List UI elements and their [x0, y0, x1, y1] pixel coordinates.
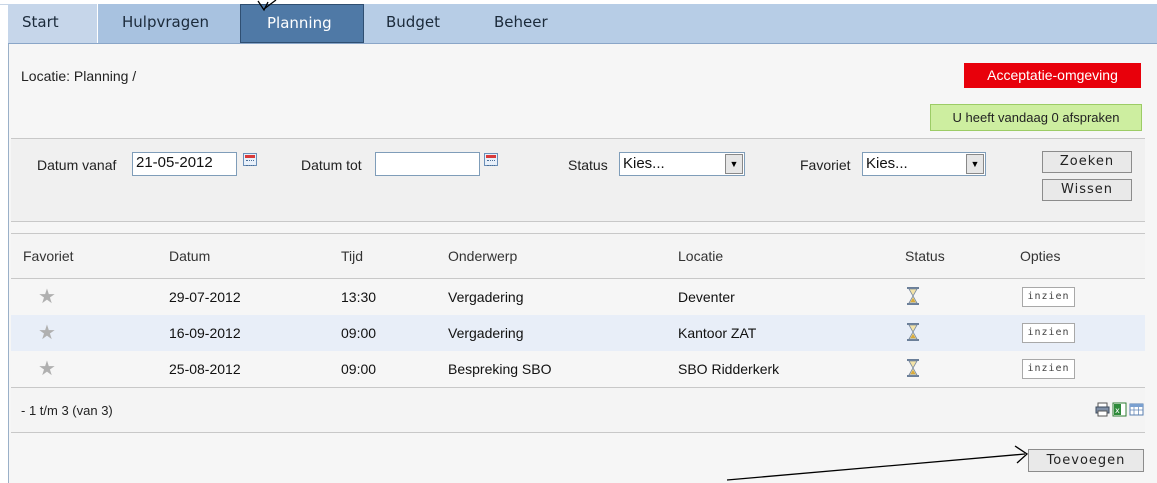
pagination-info: - 1 t/m 3 (van 3) — [21, 403, 113, 418]
hourglass-icon — [907, 359, 919, 377]
star-icon[interactable]: ★ — [38, 323, 56, 343]
row-locatie: Kantoor ZAT — [678, 325, 757, 341]
appointments-notice: U heeft vandaag 0 afspraken — [930, 104, 1142, 131]
chevron-down-icon[interactable]: ▼ — [725, 154, 743, 174]
favoriet-select-value: Kies... — [866, 155, 908, 172]
row-datum: 16-09-2012 — [169, 325, 241, 341]
calendar-icon[interactable] — [243, 153, 257, 166]
tab-budget[interactable]: Budget — [374, 4, 464, 43]
add-button[interactable]: Toevoegen — [1028, 449, 1144, 472]
annotation-arrow-add — [726, 445, 1029, 481]
chevron-down-icon[interactable]: ▼ — [966, 154, 984, 174]
svg-text:x: x — [1115, 406, 1120, 415]
table-header: Favoriet Datum Tijd Onderwerp Locatie St… — [11, 233, 1145, 279]
table-icon[interactable] — [1129, 402, 1144, 417]
view-button[interactable]: inzien — [1022, 359, 1075, 379]
datum-vanaf-label: Datum vanaf — [37, 157, 117, 173]
content-area: Locatie: Planning / Acceptatie-omgeving … — [8, 44, 1157, 483]
row-locatie: SBO Ridderkerk — [678, 361, 780, 377]
status-label: Status — [568, 157, 608, 173]
view-button[interactable]: inzien — [1022, 287, 1075, 307]
datum-tot-input[interactable] — [375, 152, 480, 176]
row-tijd: 13:30 — [341, 289, 377, 305]
tab-hulpvragen[interactable]: Hulpvragen — [98, 4, 240, 43]
row-onderwerp: Vergadering — [448, 289, 524, 305]
row-datum: 29-07-2012 — [169, 289, 241, 305]
column-header-locatie[interactable]: Locatie — [678, 248, 723, 264]
row-onderwerp: Vergadering — [448, 325, 524, 341]
table-row: ★ 25-08-2012 09:00 Bespreking SBO SBO Ri… — [11, 351, 1145, 387]
star-icon[interactable]: ★ — [38, 287, 56, 307]
star-icon[interactable]: ★ — [38, 359, 56, 379]
row-onderwerp: Bespreking SBO — [448, 361, 552, 377]
status-select-value: Kies... — [623, 155, 665, 172]
status-select[interactable]: Kies... ▼ — [619, 152, 745, 176]
datum-vanaf-input[interactable]: 21-05-2012 — [132, 152, 237, 176]
datum-tot-label: Datum tot — [301, 157, 362, 173]
table-row: ★ 16-09-2012 09:00 Vergadering Kantoor Z… — [11, 315, 1145, 351]
breadcrumb: Locatie: Planning / — [21, 68, 137, 84]
filter-panel: Datum vanaf 21-05-2012 Datum tot Status … — [11, 138, 1145, 222]
view-button[interactable]: inzien — [1022, 323, 1075, 343]
hourglass-icon — [907, 287, 919, 305]
table-footer: - 1 t/m 3 (van 3) x — [11, 387, 1145, 433]
column-header-favoriet[interactable]: Favoriet — [23, 248, 74, 264]
row-locatie: Deventer — [678, 289, 735, 305]
row-tijd: 09:00 — [341, 361, 377, 377]
column-header-onderwerp[interactable]: Onderwerp — [448, 248, 517, 264]
row-datum: 25-08-2012 — [169, 361, 241, 377]
favoriet-select[interactable]: Kies... ▼ — [862, 152, 986, 176]
main-navigation: Start Hulpvragen Planning Budget Beheer — [8, 4, 1157, 44]
tab-start[interactable]: Start — [8, 4, 98, 43]
table-row: ★ 29-07-2012 13:30 Vergadering Deventer … — [11, 279, 1145, 315]
annotation-arrow-planning — [257, 0, 277, 12]
row-tijd: 09:00 — [341, 325, 377, 341]
environment-badge: Acceptatie-omgeving — [964, 63, 1141, 88]
printer-icon[interactable] — [1095, 402, 1110, 417]
excel-icon[interactable]: x — [1112, 402, 1127, 417]
column-header-tijd[interactable]: Tijd — [341, 248, 363, 264]
column-header-datum[interactable]: Datum — [169, 248, 210, 264]
column-header-status[interactable]: Status — [905, 248, 945, 264]
search-button[interactable]: Zoeken — [1042, 151, 1132, 173]
column-header-opties: Opties — [1020, 248, 1061, 264]
hourglass-icon — [907, 323, 919, 341]
clear-button[interactable]: Wissen — [1042, 179, 1132, 201]
tab-beheer[interactable]: Beheer — [478, 4, 578, 43]
favoriet-label: Favoriet — [800, 157, 851, 173]
calendar-icon[interactable] — [484, 153, 498, 166]
